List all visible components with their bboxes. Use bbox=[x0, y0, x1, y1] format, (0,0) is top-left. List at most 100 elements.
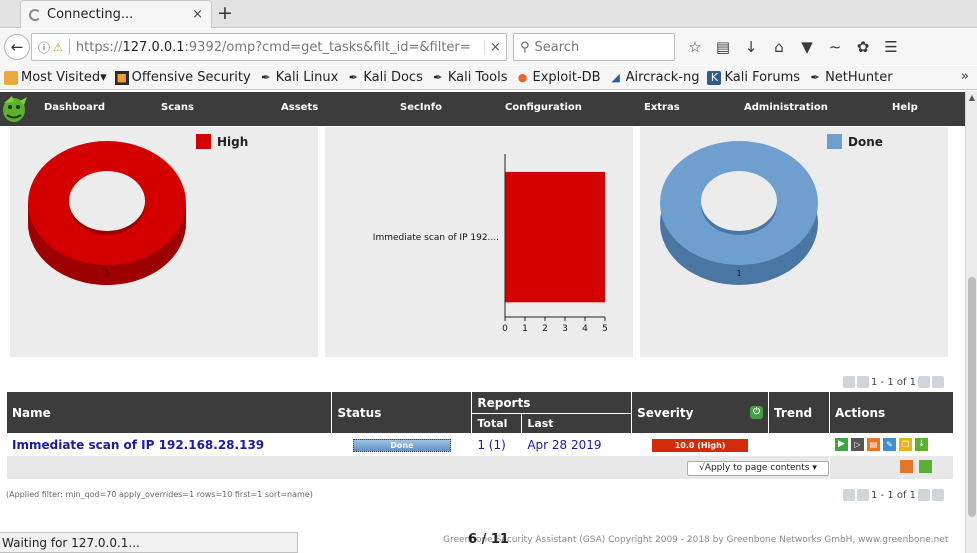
trashcan-icon[interactable]: ▤ bbox=[866, 438, 880, 451]
edit-task-icon[interactable]: ✎ bbox=[882, 438, 896, 451]
download-icon[interactable]: ↓ bbox=[740, 36, 762, 58]
next-page-icon[interactable] bbox=[918, 489, 931, 501]
x-tick-label: 2 bbox=[542, 324, 548, 334]
menu-extras[interactable]: Extras bbox=[644, 102, 680, 113]
header-severity-label: Severity bbox=[637, 405, 694, 420]
menu-dashboard[interactable]: Dashboard bbox=[44, 102, 105, 113]
bookmarks-overflow-icon[interactable]: » bbox=[961, 69, 969, 84]
bookmark-most-visited[interactable]: Most Visited ▾ bbox=[4, 70, 107, 85]
severity-bar: 10.0 (High) bbox=[652, 439, 749, 452]
menu-assets[interactable]: Assets bbox=[281, 102, 318, 113]
previous-page-icon[interactable] bbox=[857, 376, 869, 388]
task-name-link[interactable]: Immediate scan of IP 192.168.28.139 bbox=[12, 438, 264, 452]
header-reports-last[interactable]: Last bbox=[521, 413, 633, 434]
apply-cell: √Apply to page contents ▾ bbox=[6, 455, 830, 480]
bulk-actions-cell bbox=[828, 455, 955, 480]
tasks-table: Name Status Reports Severity ⏻ Trend Act… bbox=[5, 391, 955, 480]
back-button[interactable]: ← bbox=[4, 34, 30, 60]
header-actions: Actions bbox=[828, 391, 955, 434]
applied-filter-text: (Applied filter: min_qod=70 apply_overri… bbox=[6, 490, 313, 499]
bookmark-kali-tools[interactable]: ✒ Kali Tools bbox=[431, 70, 507, 85]
hamburger-menu-icon[interactable]: ☰ bbox=[880, 36, 902, 58]
url-separator bbox=[68, 39, 70, 55]
task-name-cell: Immediate scan of IP 192.168.28.139 bbox=[5, 433, 333, 456]
kali-dragon-icon: ✒ bbox=[348, 70, 358, 84]
top-pagination: 1 - 1 of 1 bbox=[843, 376, 945, 388]
kali-forums-icon: K bbox=[707, 70, 722, 85]
insecure-lock-icon[interactable]: ⚠ bbox=[53, 41, 63, 54]
tab-title: Connecting... bbox=[47, 7, 134, 22]
url-clear-icon[interactable]: × bbox=[484, 39, 506, 55]
info-icon[interactable]: ⓘ bbox=[38, 39, 50, 56]
last-page-icon[interactable] bbox=[932, 376, 945, 388]
home-icon[interactable]: ⌂ bbox=[768, 36, 790, 58]
bulk-trash-icon[interactable] bbox=[899, 459, 913, 473]
bookmark-nethunter[interactable]: ✒ NetHunter bbox=[808, 70, 892, 85]
last-page-icon[interactable] bbox=[932, 489, 945, 501]
scrollbar-thumb[interactable] bbox=[968, 277, 976, 517]
legend-swatch-high bbox=[196, 134, 211, 149]
bookmark-offensive-security[interactable]: ■ Offensive Security bbox=[114, 70, 251, 85]
start-task-icon[interactable]: ▶ bbox=[834, 438, 848, 451]
menu-secinfo[interactable]: SecInfo bbox=[400, 102, 442, 113]
reports-last-link[interactable]: Apr 28 2019 bbox=[527, 438, 601, 452]
resume-task-icon[interactable]: ▷ bbox=[850, 438, 864, 451]
export-task-icon[interactable]: ↓ bbox=[914, 438, 928, 451]
page-counter: 6 / 11 bbox=[468, 532, 509, 547]
reports-total-link[interactable]: 1 (1) bbox=[477, 438, 505, 452]
header-status[interactable]: Status bbox=[331, 391, 473, 434]
donut-slice-done[interactable] bbox=[660, 141, 818, 285]
bookmark-exploit-db[interactable]: ● Exploit-DB bbox=[516, 70, 601, 85]
first-page-icon[interactable] bbox=[843, 376, 855, 388]
menu-help[interactable]: Help bbox=[892, 102, 918, 113]
header-severity[interactable]: Severity ⏻ bbox=[631, 391, 770, 434]
browser-tab[interactable]: Connecting... × bbox=[20, 0, 212, 28]
menu-administration[interactable]: Administration bbox=[744, 102, 828, 113]
clone-task-icon[interactable]: ❐ bbox=[898, 438, 912, 451]
search-input[interactable]: ⚲ Search bbox=[513, 33, 675, 61]
status-progress-bar[interactable]: Done bbox=[352, 439, 451, 452]
previous-page-icon[interactable] bbox=[857, 489, 869, 501]
next-page-icon[interactable] bbox=[918, 376, 931, 388]
x-tick-label: 1 bbox=[522, 324, 528, 334]
status-donut-chart: Done 1 bbox=[660, 134, 883, 285]
legend-label-high: High bbox=[217, 135, 248, 149]
bar-0[interactable] bbox=[505, 171, 605, 303]
menu-scans[interactable]: Scans bbox=[161, 102, 194, 113]
refresh-icon[interactable]: ⏻ bbox=[750, 406, 764, 419]
browser-window: Connecting... × + ← ⓘ ⚠ https://127.0.0.… bbox=[0, 0, 977, 553]
url-bar[interactable]: ⓘ ⚠ https://127.0.0.1:9392/omp?cmd=get_t… bbox=[31, 33, 507, 61]
x-tick-label: 4 bbox=[582, 324, 588, 334]
vertical-scrollbar[interactable]: ▲ bbox=[965, 91, 977, 553]
legend-swatch-done bbox=[827, 134, 842, 149]
bookmark-kali-linux[interactable]: ✒ Kali Linux bbox=[259, 70, 338, 85]
header-name[interactable]: Name bbox=[5, 391, 333, 434]
apply-select[interactable]: √Apply to page contents ▾ bbox=[686, 461, 829, 476]
pocket-icon[interactable]: ▼ bbox=[796, 36, 818, 58]
bookmark-aircrack-ng[interactable]: ◢ Aircrack-ng bbox=[609, 70, 699, 85]
severity-cell: 10.0 (High) bbox=[631, 433, 770, 456]
header-reports-total[interactable]: Total bbox=[471, 413, 523, 434]
trend-cell bbox=[768, 433, 830, 456]
menu-configuration[interactable]: Configuration bbox=[505, 102, 582, 113]
reading-list-icon[interactable]: ▤ bbox=[712, 36, 734, 58]
url-text[interactable]: https://127.0.0.1:9392/omp?cmd=get_tasks… bbox=[76, 40, 484, 55]
apply-select-value: √Apply to page contents bbox=[699, 463, 810, 473]
loading-spinner-icon bbox=[29, 8, 41, 21]
bookmark-star-icon[interactable]: ☆ bbox=[684, 36, 706, 58]
search-placeholder: Search bbox=[534, 39, 580, 55]
x-tick-label: 3 bbox=[562, 324, 568, 334]
bulk-export-icon[interactable] bbox=[918, 459, 932, 473]
header-trend[interactable]: Trend bbox=[768, 391, 830, 434]
first-page-icon[interactable] bbox=[843, 489, 855, 501]
donut-slice-high[interactable] bbox=[28, 141, 186, 285]
bookmark-kali-forums[interactable]: K Kali Forums bbox=[707, 70, 800, 85]
greenbone-logo-icon[interactable] bbox=[0, 93, 30, 125]
scroll-up-icon[interactable]: ▲ bbox=[967, 93, 977, 102]
extension-icon[interactable]: ✿ bbox=[852, 36, 874, 58]
new-tab-button[interactable]: + bbox=[214, 2, 236, 24]
translate-icon[interactable]: ∼ bbox=[824, 36, 846, 58]
tab-close-icon[interactable]: × bbox=[192, 7, 203, 22]
bookmark-kali-docs[interactable]: ✒ Kali Docs bbox=[346, 70, 423, 85]
aircrack-icon: ◢ bbox=[611, 70, 620, 84]
